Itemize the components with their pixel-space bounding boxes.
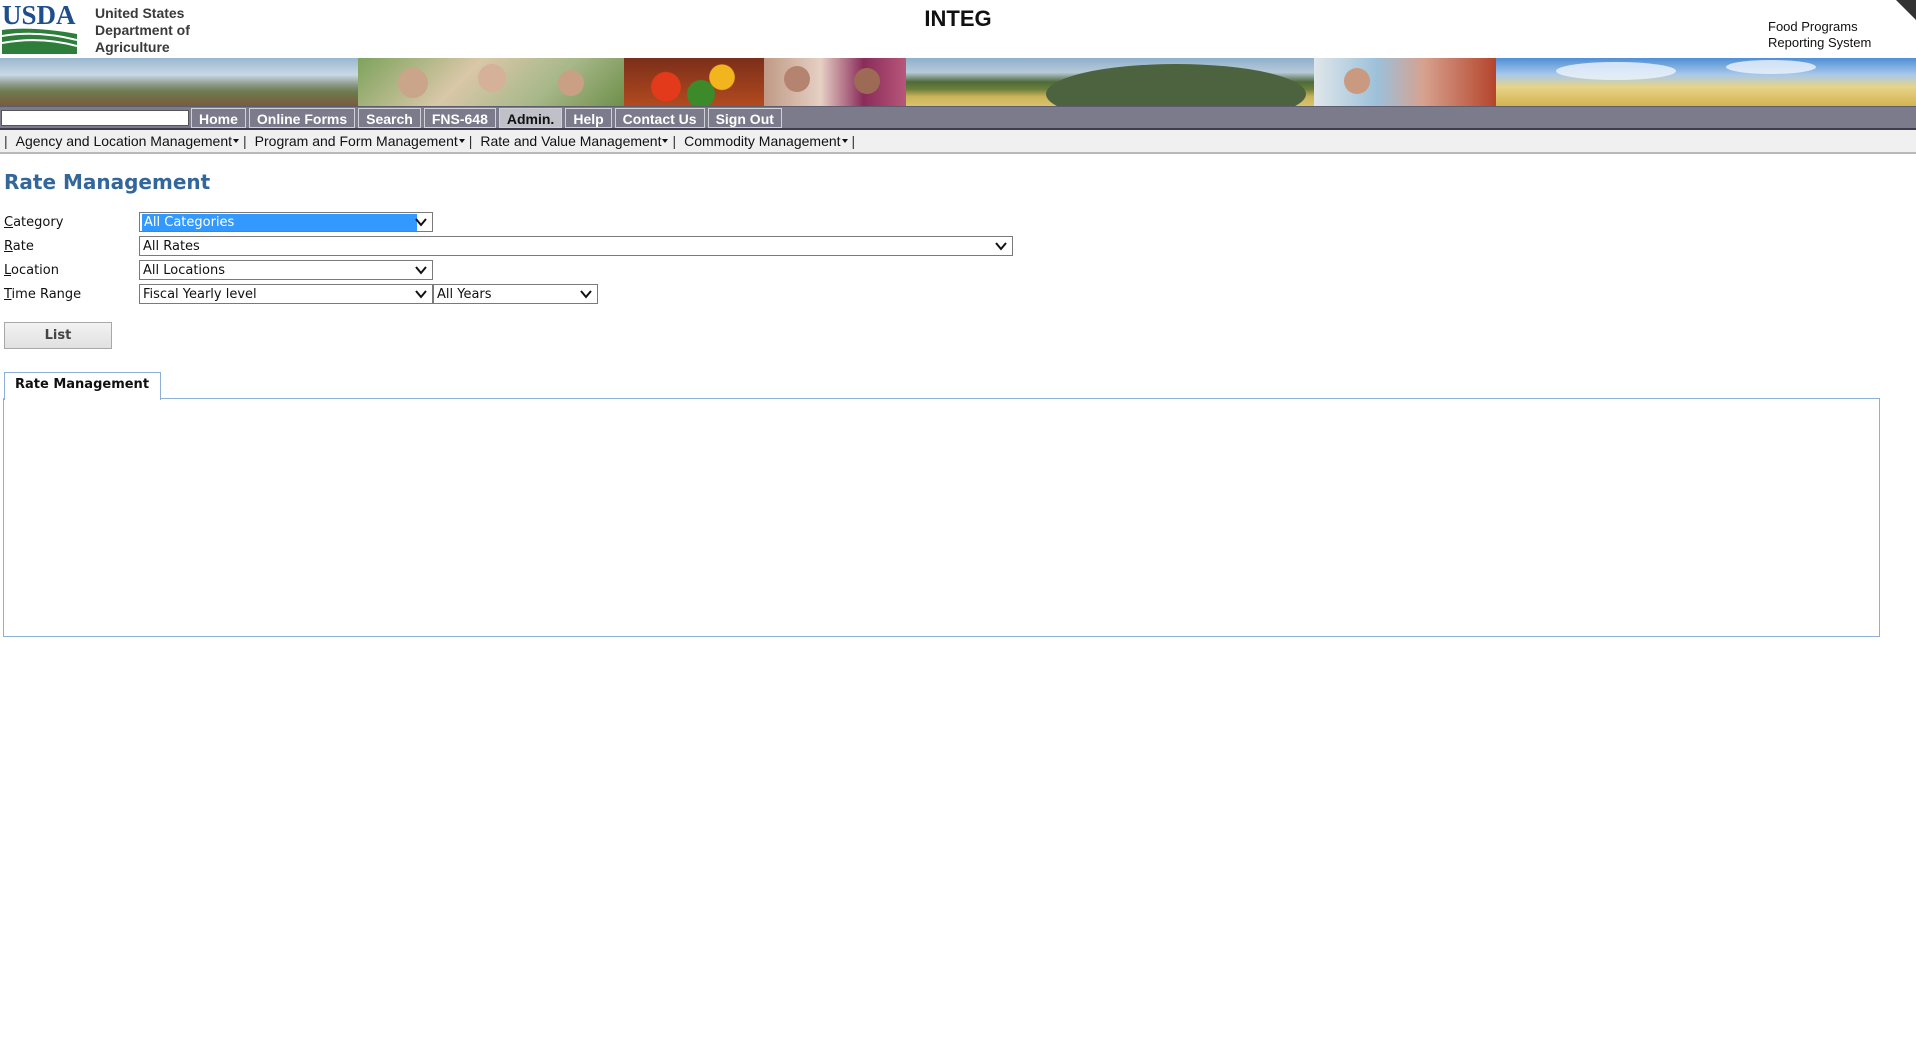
photo-banner <box>0 58 1916 106</box>
chevron-down-icon <box>580 290 592 299</box>
category-select[interactable]: All Categories <box>139 212 433 232</box>
submenu-agency-location-management[interactable]: Agency and Location Management <box>10 133 241 149</box>
year-select-value: All Years <box>437 287 492 302</box>
submenu-separator: | <box>672 133 677 149</box>
dropdown-caret-icon <box>233 139 240 143</box>
nav-contact-us-button[interactable]: Contact Us <box>614 108 705 128</box>
rate-label-rest: ate <box>12 239 34 254</box>
category-select-value: All Categories <box>142 214 417 231</box>
nav-sign-out-button[interactable]: Sign Out <box>707 108 782 128</box>
submenu-separator: | <box>4 133 8 149</box>
nav-home-button[interactable]: Home <box>191 108 246 128</box>
category-label-rest: ategory <box>13 215 64 230</box>
admin-submenu: | Agency and Location Management | Progr… <box>0 130 1916 154</box>
banner-mountain-field <box>906 58 1314 106</box>
submenu-program-form-management[interactable]: Program and Form Management <box>249 133 467 149</box>
chevron-down-icon <box>415 266 427 275</box>
category-label-accesskey: C <box>4 215 14 230</box>
banner-family-picnic <box>358 58 624 106</box>
system-line-1: Food Programs <box>1768 19 1858 34</box>
nav-help-button[interactable]: Help <box>565 108 612 128</box>
banner-child-eating <box>1314 58 1496 106</box>
system-name: Food Programs Reporting System <box>1768 19 1871 51</box>
time-range-label: Time Range <box>4 287 81 302</box>
page-title: Rate Management <box>4 170 211 194</box>
banner-wheat-field <box>1496 58 1916 106</box>
rate-select-value: All Rates <box>143 239 200 254</box>
location-label-accesskey: L <box>4 263 12 278</box>
dropdown-caret-icon <box>662 139 669 143</box>
header: USDA United States Department of Agricul… <box>0 0 1916 58</box>
submenu-separator: | <box>851 133 856 149</box>
time-range-label-rest: ime Range <box>11 287 82 302</box>
app-title: INTEG <box>924 6 992 31</box>
system-line-2: Reporting System <box>1768 35 1872 50</box>
submenu-commodity-management[interactable]: Commodity Management <box>678 133 849 149</box>
usda-line-3: Agriculture <box>95 39 170 55</box>
nav-admin-button[interactable]: Admin. <box>498 108 563 128</box>
category-label: Category <box>4 215 63 230</box>
rate-management-tab-panel <box>3 398 1880 637</box>
dropdown-caret-icon <box>841 139 848 143</box>
chevron-down-icon <box>995 242 1007 251</box>
nav-fns-648-button[interactable]: FNS-648 <box>423 108 496 128</box>
submenu-separator: | <box>243 133 247 149</box>
corner-fold-icon <box>1896 0 1916 20</box>
dropdown-caret-icon <box>458 139 465 143</box>
time-range-select-value: Fiscal Yearly level <box>143 287 257 302</box>
rate-label-accesskey: R <box>4 239 13 254</box>
time-range-label-accesskey: T <box>4 287 12 302</box>
location-label: Location <box>4 263 59 278</box>
chevron-down-icon <box>415 218 427 227</box>
submenu-rate-value-management[interactable]: Rate and Value Management <box>474 133 670 149</box>
banner-vegetables <box>624 58 764 106</box>
rate-select[interactable]: All Rates <box>139 236 1013 256</box>
submenu-label: Commodity Management <box>684 133 841 149</box>
main-nav-bar: Home Online Forms Search FNS-648 Admin. … <box>0 106 1916 130</box>
banner-women-reading <box>764 58 906 106</box>
nav-search-button[interactable]: Search <box>358 108 421 128</box>
year-select[interactable]: All Years <box>433 284 598 304</box>
submenu-label: Agency and Location Management <box>15 133 233 149</box>
chevron-down-icon <box>415 290 427 299</box>
banner-farm-landscape <box>0 58 358 106</box>
list-button[interactable]: List <box>4 322 112 349</box>
location-label-rest: ocation <box>11 263 59 278</box>
submenu-label: Program and Form Management <box>254 133 458 149</box>
submenu-separator: | <box>468 133 473 149</box>
location-select[interactable]: All Locations <box>139 260 433 280</box>
nav-online-forms-button[interactable]: Online Forms <box>248 108 356 128</box>
submenu-label: Rate and Value Management <box>480 133 662 149</box>
nav-buttons: Home Online Forms Search FNS-648 Admin. … <box>191 108 782 128</box>
nav-search-input[interactable] <box>1 110 189 126</box>
tab-rate-management[interactable]: Rate Management <box>4 372 161 400</box>
time-range-select[interactable]: Fiscal Yearly level <box>139 284 433 304</box>
rate-label: Rate <box>4 239 34 254</box>
location-select-value: All Locations <box>143 263 226 278</box>
